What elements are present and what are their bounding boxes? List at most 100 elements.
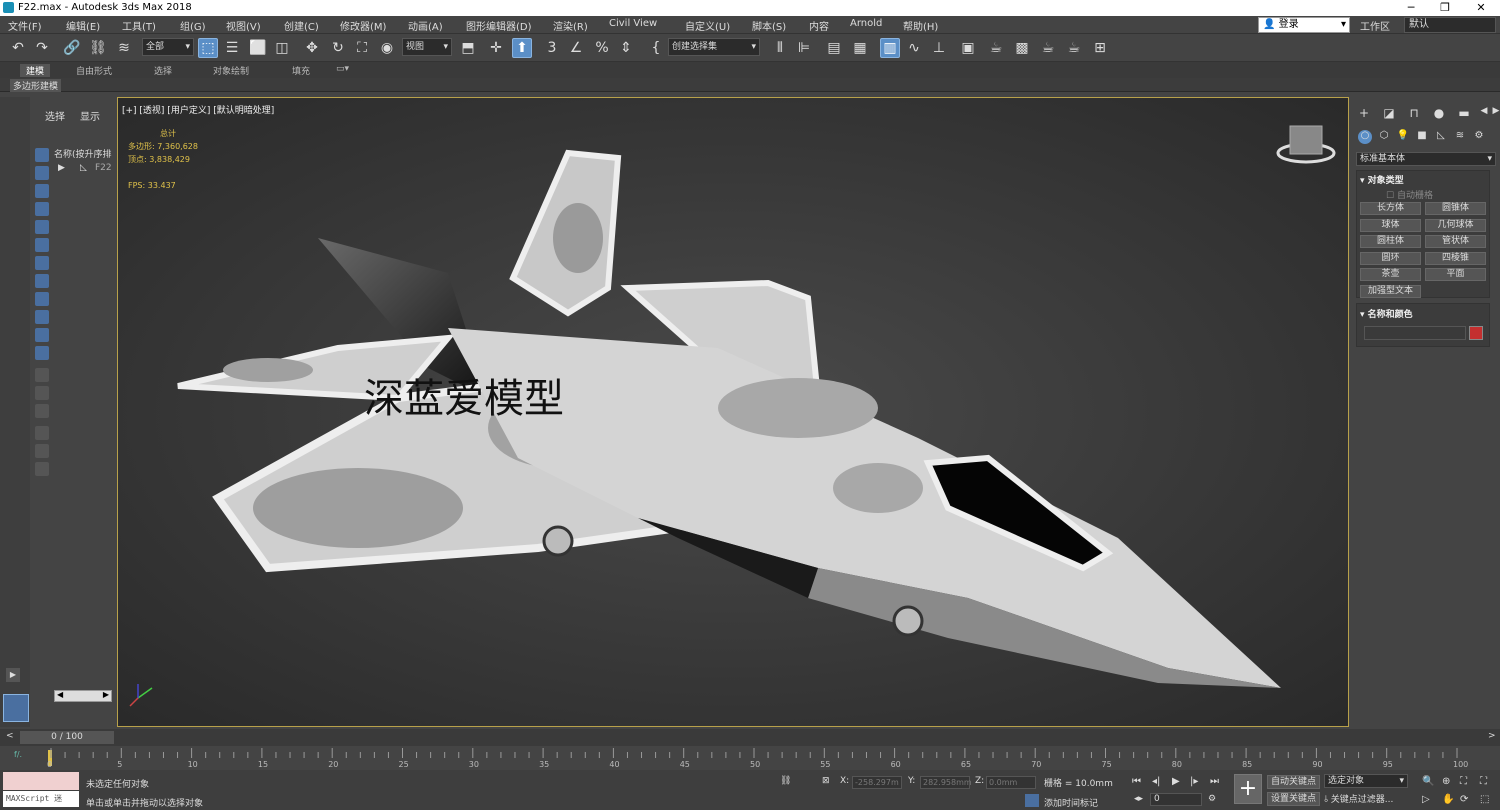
percent-snap-icon[interactable]: %: [592, 38, 612, 58]
edit-named-sel-icon[interactable]: {: [646, 38, 666, 58]
scene-tab-select[interactable]: 选择: [45, 108, 65, 123]
menu-item[interactable]: 图形编辑器(D): [466, 18, 532, 33]
ribbon-options-icon[interactable]: ▭▾: [336, 64, 349, 74]
curve-editor-mini-icon[interactable]: f/.: [14, 750, 22, 759]
zoom-icon[interactable]: 🔍: [1422, 776, 1434, 787]
object-type-button[interactable]: 圆环: [1360, 251, 1421, 265]
filter-lights-icon[interactable]: [35, 184, 49, 198]
filter-groups-icon[interactable]: [35, 256, 49, 270]
primitive-category-dropdown[interactable]: 标准基本体 ▾: [1356, 152, 1496, 166]
hierarchy-tab-icon[interactable]: ⊓: [1406, 106, 1422, 122]
object-type-button[interactable]: 圆锥体: [1425, 202, 1486, 215]
scene-explorer-icon[interactable]: ▥: [880, 38, 900, 58]
ribbon-tab-selection[interactable]: 选择: [154, 64, 172, 77]
object-type-title[interactable]: ▾ 对象类型: [1360, 173, 1404, 186]
maxscript-input[interactable]: MAXScript 迷: [3, 791, 79, 807]
filter-helpers-icon[interactable]: [35, 220, 49, 234]
set-key-big-icon[interactable]: +: [1234, 774, 1262, 804]
named-selection-dropdown[interactable]: 创建选择集: [668, 38, 760, 56]
ribbon-tab-object-paint[interactable]: 对象绘制: [213, 64, 249, 77]
spacewarps-icon[interactable]: ≋: [1453, 130, 1467, 144]
redo-icon[interactable]: ↷: [32, 38, 52, 58]
workspace-select[interactable]: 默认: [1404, 17, 1496, 33]
funnel-icon[interactable]: [35, 444, 49, 458]
select-manipulate-icon[interactable]: ✛: [486, 38, 506, 58]
modify-tab-icon[interactable]: ◪: [1381, 106, 1397, 122]
play-icon[interactable]: ▶: [1172, 776, 1180, 787]
create-tab-icon[interactable]: +: [1356, 106, 1372, 122]
name-column-header[interactable]: 名称(按升序排: [54, 147, 112, 160]
ribbon-sub-label[interactable]: 多边形建模: [10, 79, 62, 92]
menu-item[interactable]: 脚本(S): [752, 18, 786, 33]
select-by-name-icon[interactable]: ☰: [222, 38, 242, 58]
zoom-all-icon[interactable]: ⊕: [1442, 776, 1450, 787]
filter-funnel-icon[interactable]: [35, 426, 49, 440]
link-icon[interactable]: 🔗: [62, 38, 82, 58]
menu-item[interactable]: Civil View: [609, 18, 657, 29]
lights-icon[interactable]: 💡: [1396, 130, 1410, 144]
panel-scroll-right-icon[interactable]: ▶: [1488, 106, 1500, 122]
helpers-icon[interactable]: ◺: [1434, 130, 1448, 144]
viewport-label-menu[interactable]: [+] [透视] [用户定义] [默认明暗处理]: [122, 103, 274, 116]
viewcube-icon[interactable]: [1274, 118, 1334, 168]
menu-item[interactable]: 创建(C): [284, 18, 319, 33]
menu-item[interactable]: 动画(A): [408, 18, 443, 33]
object-name-field[interactable]: [1364, 326, 1466, 340]
spinner-snap-icon[interactable]: ⇕: [616, 38, 636, 58]
layer-icon[interactable]: [35, 462, 49, 476]
menu-item[interactable]: 修改器(M): [340, 18, 386, 33]
filter-containers-icon[interactable]: [35, 310, 49, 324]
ribbon-tab-freeform[interactable]: 自由形式: [76, 64, 112, 77]
autogrid-checkbox[interactable]: ☐ 自动栅格: [1386, 188, 1433, 201]
motion-tab-icon[interactable]: ●: [1431, 106, 1447, 122]
menu-item[interactable]: 文件(F): [8, 18, 42, 33]
minimize-icon[interactable]: ─: [1396, 0, 1426, 16]
object-color-swatch[interactable]: [1469, 326, 1483, 340]
name-color-title[interactable]: ▾ 名称和颜色: [1360, 307, 1413, 320]
maxscript-listener[interactable]: [3, 772, 79, 790]
menu-item[interactable]: Arnold: [850, 18, 882, 29]
fov-icon[interactable]: ▷: [1422, 794, 1430, 805]
object-type-button[interactable]: 球体: [1360, 218, 1421, 232]
rect-region-icon[interactable]: ⬜: [248, 38, 268, 58]
select-object-icon[interactable]: ⬚: [198, 38, 218, 58]
schematic-icon[interactable]: ⊥: [929, 38, 949, 58]
object-type-button[interactable]: 加强型文本: [1360, 284, 1421, 298]
render-production-icon[interactable]: ☕: [1038, 38, 1058, 58]
object-type-button[interactable]: 平面: [1425, 268, 1486, 281]
current-frame-field[interactable]: 0: [1150, 793, 1202, 806]
render-iterative-icon[interactable]: ☕: [1064, 38, 1084, 58]
filter-frozen-icon[interactable]: [35, 328, 49, 342]
align-icon[interactable]: ⊫: [794, 38, 814, 58]
rotate-icon[interactable]: ↻: [328, 38, 348, 58]
time-prev-icon[interactable]: <: [6, 731, 14, 741]
shapes-icon[interactable]: ⬡: [1377, 130, 1391, 144]
material-editor-icon[interactable]: ▣: [958, 38, 978, 58]
menu-item[interactable]: 组(G): [180, 18, 206, 33]
scale-icon[interactable]: ⛶: [352, 38, 372, 58]
y-coord-field[interactable]: 282.958mm: [920, 776, 972, 789]
menu-item[interactable]: 工具(T): [122, 18, 156, 33]
key-filter-select[interactable]: 选定对象 ▾: [1324, 774, 1408, 788]
layer-explorer-icon[interactable]: ▤: [824, 38, 844, 58]
display-tab-icon[interactable]: ▬: [1456, 106, 1472, 122]
ref-coord-dropdown[interactable]: 视图: [402, 38, 452, 56]
filter-xrefs-icon[interactable]: [35, 274, 49, 288]
filter-spacewarps-icon[interactable]: [35, 238, 49, 252]
x-coord-field[interactable]: -258.297m: [852, 776, 902, 789]
expand-layout-icon[interactable]: ▶: [6, 668, 20, 682]
scene-item-f22[interactable]: F22: [95, 163, 112, 173]
window-crossing-icon[interactable]: ◫: [272, 38, 292, 58]
goto-start-icon[interactable]: ⏮: [1132, 776, 1141, 787]
set-key-button[interactable]: 设置关键点: [1267, 792, 1321, 806]
scene-hscrollbar[interactable]: ◀ ▶: [54, 690, 112, 702]
key-filters-button[interactable]: ⫰ 关键点过滤器...: [1324, 792, 1393, 805]
ribbon-tab-modeling[interactable]: 建模: [20, 64, 51, 77]
geometry-icon[interactable]: ○: [1358, 130, 1372, 144]
next-frame-icon[interactable]: |▸: [1190, 776, 1198, 787]
restore-icon[interactable]: ❐: [1430, 0, 1460, 16]
menu-item[interactable]: 编辑(E): [66, 18, 100, 33]
expand-arrow-icon[interactable]: ▶: [58, 163, 65, 173]
filter-none-icon[interactable]: [35, 386, 49, 400]
time-slider[interactable]: 0 / 100: [20, 731, 114, 744]
